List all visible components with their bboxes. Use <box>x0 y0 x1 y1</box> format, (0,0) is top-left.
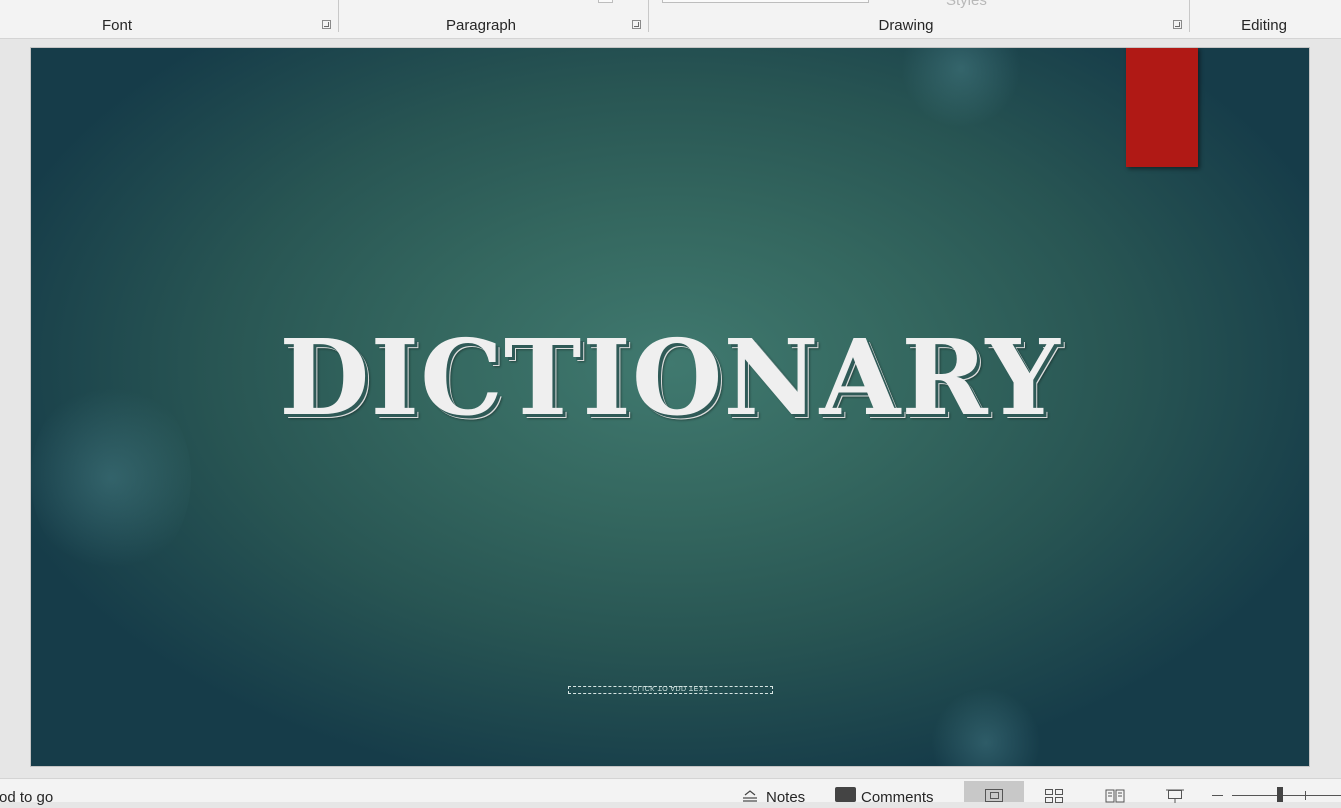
group-label-drawing: Drawing <box>878 17 934 34</box>
slide-sorter-icon <box>1045 789 1064 808</box>
font-dialog-launcher-icon[interactable] <box>322 20 331 29</box>
status-bar: od to go Notes Comments <box>0 778 1341 806</box>
drawing-dialog-launcher-icon[interactable] <box>1173 20 1182 29</box>
slide-show-button[interactable] <box>1144 781 1204 803</box>
ribbon-divider <box>338 0 339 32</box>
comments-button[interactable]: Comments <box>861 789 934 806</box>
reading-view-icon <box>1105 789 1125 808</box>
reading-view-button[interactable] <box>1084 781 1144 803</box>
zoom-slider[interactable] <box>1232 795 1341 796</box>
slide-sorter-button[interactable] <box>1024 781 1084 803</box>
normal-view-button[interactable] <box>964 781 1024 802</box>
drawing-shape-gallery[interactable] <box>662 0 869 3</box>
comments-icon <box>835 787 856 802</box>
normal-view-icon <box>985 789 1003 802</box>
subtitle-placeholder-text: CLICK TO ADD TEXT <box>632 684 709 691</box>
zoom-slider-thumb[interactable] <box>1277 787 1283 802</box>
slide-show-icon <box>1165 789 1185 808</box>
styles-label: Styles <box>946 0 987 9</box>
subtitle-placeholder[interactable]: CLICK TO ADD TEXT <box>568 684 773 694</box>
notes-icon <box>742 789 758 802</box>
group-label-paragraph: Paragraph <box>445 17 517 34</box>
ribbon: Styles Font Paragraph Drawing Editing <box>0 0 1341 39</box>
notes-button[interactable]: Notes <box>766 789 805 806</box>
ribbon-divider <box>648 0 649 32</box>
ribbon-divider <box>1189 0 1190 32</box>
zoom-out-icon[interactable] <box>1212 795 1223 796</box>
group-label-editing: Editing <box>1241 17 1287 34</box>
group-label-font: Font <box>101 17 133 34</box>
status-message: od to go <box>0 789 54 806</box>
slide-title[interactable]: DICTIONARY <box>31 326 1309 430</box>
paragraph-dialog-launcher-icon[interactable] <box>632 20 641 29</box>
zoom-slider-center-tick <box>1305 791 1306 800</box>
background-glow <box>931 688 1041 766</box>
paragraph-button[interactable] <box>598 0 613 3</box>
bookmark-ribbon-shape[interactable] <box>1126 48 1198 167</box>
slide[interactable]: DICTIONARY CLICK TO ADD TEXT <box>30 47 1310 767</box>
background-glow <box>901 48 1021 128</box>
